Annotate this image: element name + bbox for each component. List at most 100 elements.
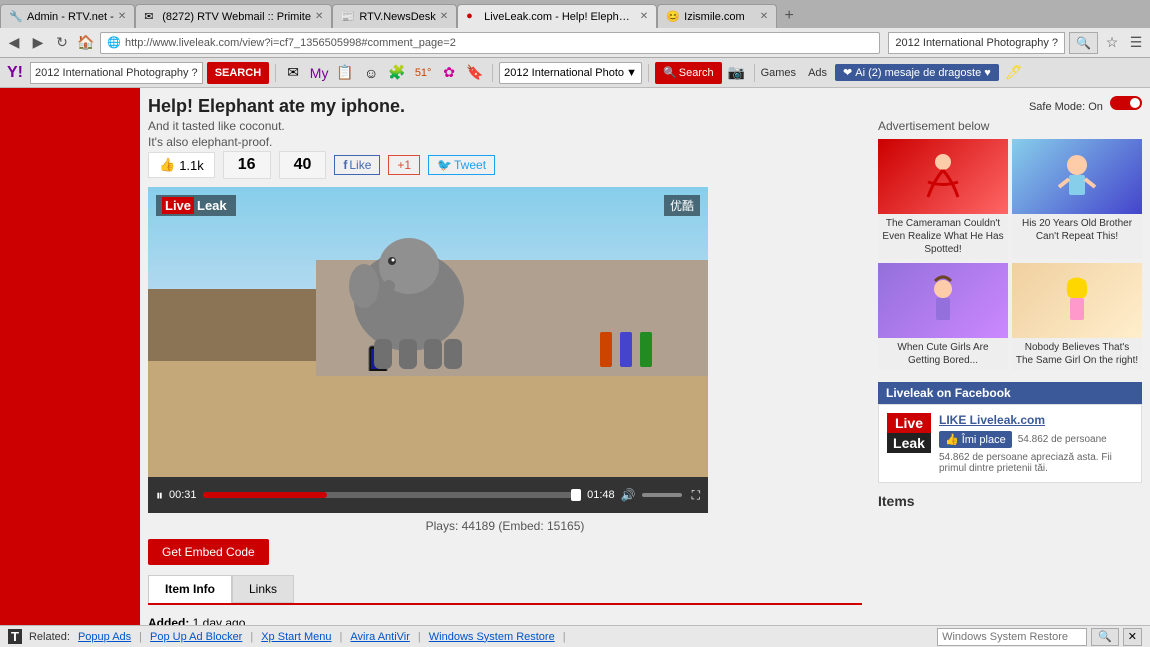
tab-5-icon: 😊 (666, 10, 680, 24)
video-controls: ⏸ 00:31 01:48 🔊 ⛶ (148, 477, 708, 513)
tab-links[interactable]: Links (232, 575, 294, 603)
status-link-3[interactable]: Avira AntiVir (350, 631, 410, 643)
ll-logo-leak: Leak (887, 433, 931, 453)
sep-2: | (340, 631, 343, 643)
video-container: Live Leak 优酷 ⏸ 00:31 01:48 (148, 187, 708, 513)
tweet-label: Tweet (454, 158, 486, 172)
status-search-area: 🔍 ✕ (937, 628, 1142, 646)
ad-item-0[interactable]: The Cameraman Couldn't Even Realize What… (878, 139, 1008, 259)
tab-2[interactable]: ✉ (8272) RTV Webmail :: Primite ✕ (135, 4, 332, 28)
added-value: 1 day ago (193, 616, 246, 625)
tab-4-close[interactable]: ✕ (640, 11, 648, 22)
browser-search-value: 2012 International Photography ? (895, 37, 1058, 49)
tab-1-close[interactable]: ✕ (118, 11, 126, 22)
browser-search-button[interactable]: 🔍 (1069, 32, 1098, 54)
right-sidebar: Safe Mode: On Advertisement below (870, 88, 1150, 625)
ll-fb-like-button[interactable]: 👍 Îmi place (939, 431, 1012, 448)
games-link[interactable]: Games (761, 67, 796, 79)
home-button[interactable]: 🏠 (76, 33, 96, 53)
back-button[interactable]: ◀ (4, 33, 24, 53)
tab-3[interactable]: 📰 RTV.NewsDesk ✕ (332, 4, 457, 28)
watermark: 优酷 (664, 195, 700, 216)
pause-button[interactable]: ⏸ (156, 487, 163, 504)
tweet-button[interactable]: 🐦 Tweet (428, 155, 495, 175)
sep-1: | (250, 631, 253, 643)
highlighter-icon[interactable]: 🖊 (1003, 62, 1025, 84)
progress-thumb[interactable] (571, 489, 581, 501)
embed-button[interactable]: Get Embed Code (148, 539, 269, 565)
address-bar[interactable]: 🌐 http://www.liveleak.com/view?i=cf7_135… (100, 32, 880, 54)
separator-1 (275, 64, 276, 82)
tab-5[interactable]: 😊 Izismile.com ✕ (657, 4, 777, 28)
status-search-button[interactable]: 🔍 (1091, 628, 1119, 646)
ll-logo-live: Live (887, 413, 931, 433)
star-button[interactable]: ☆ (1102, 33, 1122, 53)
plays-info: Plays: 44189 (Embed: 15165) (148, 519, 862, 533)
fullscreen-button[interactable]: ⛶ (692, 488, 700, 503)
current-time: 00:31 (169, 489, 197, 501)
ads-grid: The Cameraman Couldn't Even Realize What… (878, 139, 1142, 370)
tab-bar: 🔧 Admin - RTV.net - ✕ ✉ (8272) RTV Webma… (0, 0, 1150, 28)
views-count: 40 (279, 151, 327, 179)
tab-item-info[interactable]: Item Info (148, 575, 232, 603)
t-icon: T (8, 629, 22, 644)
safe-mode-toggle[interactable] (1110, 96, 1142, 110)
ll-fb-body: Live Leak LIKE Liveleak.com 👍 Îmi place … (878, 404, 1142, 483)
status-link-0[interactable]: Popup Ads (78, 631, 131, 643)
gplus-button[interactable]: +1 (388, 155, 420, 175)
status-link-4[interactable]: Windows System Restore (429, 631, 555, 643)
status-search-input[interactable] (937, 628, 1087, 646)
search-button-2[interactable]: 🔍 Search (655, 62, 722, 84)
new-tab-button[interactable]: + (777, 4, 801, 28)
forward-button[interactable]: ▶ (28, 33, 48, 53)
ground (148, 361, 708, 477)
lock-icon: 🌐 (107, 36, 121, 50)
separator-2 (492, 64, 493, 82)
menu-button[interactable]: ☰ (1126, 33, 1146, 53)
volume-icon[interactable]: 🔊 (621, 488, 636, 502)
tab-4[interactable]: ● LiveLeak.com - Help! Elephant ate my i… (457, 4, 657, 28)
ad-item-3[interactable]: Nobody Believes That's The Same Girl On … (1012, 263, 1142, 370)
yahoo-search-button[interactable]: SEARCH (207, 62, 269, 84)
tab-5-close[interactable]: ✕ (760, 11, 768, 22)
video-thumbnail[interactable]: Live Leak 优酷 (148, 187, 708, 477)
camera-icon[interactable]: 📷 (726, 62, 748, 84)
status-bar: T Related: Popup Ads | Pop Up Ad Blocker… (0, 625, 1150, 647)
yahoo-search-box[interactable]: 2012 International Photography ? (30, 62, 203, 84)
temp-icon[interactable]: 51° (412, 62, 434, 84)
tab-1[interactable]: 🔧 Admin - RTV.net - ✕ (0, 4, 135, 28)
tab-5-title: Izismile.com (684, 11, 756, 23)
ll-logo-box: Live Leak (887, 413, 931, 453)
main-content: Help! Elephant ate my iphone. And it tas… (140, 88, 870, 625)
ad-thumb-2 (878, 263, 1008, 338)
progress-bar[interactable] (203, 492, 582, 498)
browser-search-box[interactable]: 2012 International Photography ? (888, 32, 1065, 54)
volume-bar[interactable] (642, 493, 682, 497)
yahoo-icon[interactable]: Y! (4, 62, 26, 84)
bookmark-icon[interactable]: 🔖 (464, 62, 486, 84)
international-dropdown[interactable]: 2012 International Photography ? ▼ (499, 62, 642, 84)
reload-button[interactable]: ↻ (52, 33, 72, 53)
status-link-1[interactable]: Pop Up Ad Blocker (150, 631, 242, 643)
nav-bar: ◀ ▶ ↻ 🏠 🌐 http://www.liveleak.com/view?i… (0, 28, 1150, 58)
safe-mode-label: Safe Mode: On (1029, 101, 1103, 113)
tab-3-close[interactable]: ✕ (440, 11, 448, 22)
puzzle-icon[interactable]: 🧩 (386, 62, 408, 84)
video-title: Help! Elephant ate my iphone. (148, 96, 862, 117)
ll-fb-link[interactable]: LIKE Liveleak.com (939, 413, 1133, 427)
smiley-icon[interactable]: ☺ (360, 62, 382, 84)
my-yahoo-icon[interactable]: My (308, 62, 330, 84)
flickr-icon[interactable]: ✿ (438, 62, 460, 84)
ad-item-1[interactable]: His 20 Years Old Brother Can't Repeat Th… (1012, 139, 1142, 259)
left-panel (0, 88, 140, 625)
fb-like-button[interactable]: f Like (334, 155, 380, 175)
notepad-icon[interactable]: 📋 (334, 62, 356, 84)
mail-icon[interactable]: ✉ (282, 62, 304, 84)
message-btn[interactable]: ❤ Ai (2) mesaje de dragoste ♥ (835, 64, 999, 81)
ads-link[interactable]: Ads (808, 67, 827, 79)
status-close-button[interactable]: ✕ (1123, 628, 1142, 646)
tab-2-title: (8272) RTV Webmail :: Primite (162, 11, 311, 23)
tab-2-close[interactable]: ✕ (315, 11, 323, 22)
status-link-2[interactable]: Xp Start Menu (261, 631, 331, 643)
ad-item-2[interactable]: When Cute Girls Are Getting Bored... (878, 263, 1008, 370)
